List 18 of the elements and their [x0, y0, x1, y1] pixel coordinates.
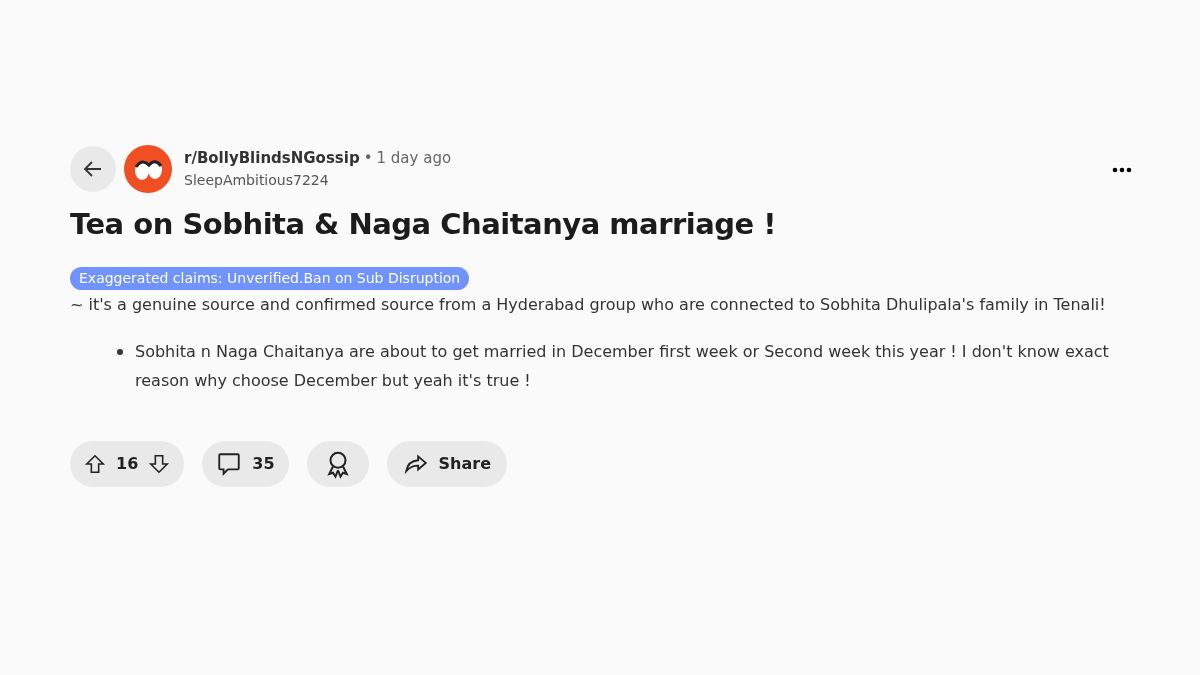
subreddit-link[interactable]: r/BollyBlindsNGossip	[184, 147, 360, 170]
bullet-text: Sobhita n Naga Chaitanya are about to get married in December first week or Second week this year ! I don't know exact reason why choose December but yeah it's true !	[135, 340, 1110, 392]
post-title: Tea on Sobhita & Naga Chaitanya marriage !	[70, 207, 777, 242]
comments-button[interactable]: 35	[202, 440, 289, 487]
vote-count: 16	[116, 452, 139, 475]
back-button[interactable]	[70, 146, 116, 192]
upvote-icon[interactable]	[84, 452, 106, 475]
award-button[interactable]	[306, 440, 369, 487]
more-icon	[1112, 166, 1132, 173]
post-body-text: ~ it's a genuine source and confirmed source from a Hyderabad group who are connected to Sobhita Dhulipala's family in Tenali!	[70, 293, 1107, 316]
bullet-icon	[117, 348, 123, 355]
downvote-icon[interactable]	[148, 452, 171, 475]
post-time: 1 day ago	[376, 148, 452, 170]
subreddit-avatar-icon[interactable]	[124, 145, 172, 193]
share-button[interactable]: Share	[386, 440, 507, 487]
separator: •	[363, 148, 373, 170]
speech-bubble-icon	[216, 450, 243, 477]
author-link[interactable]: SleepAmbitious7224	[184, 169, 452, 191]
